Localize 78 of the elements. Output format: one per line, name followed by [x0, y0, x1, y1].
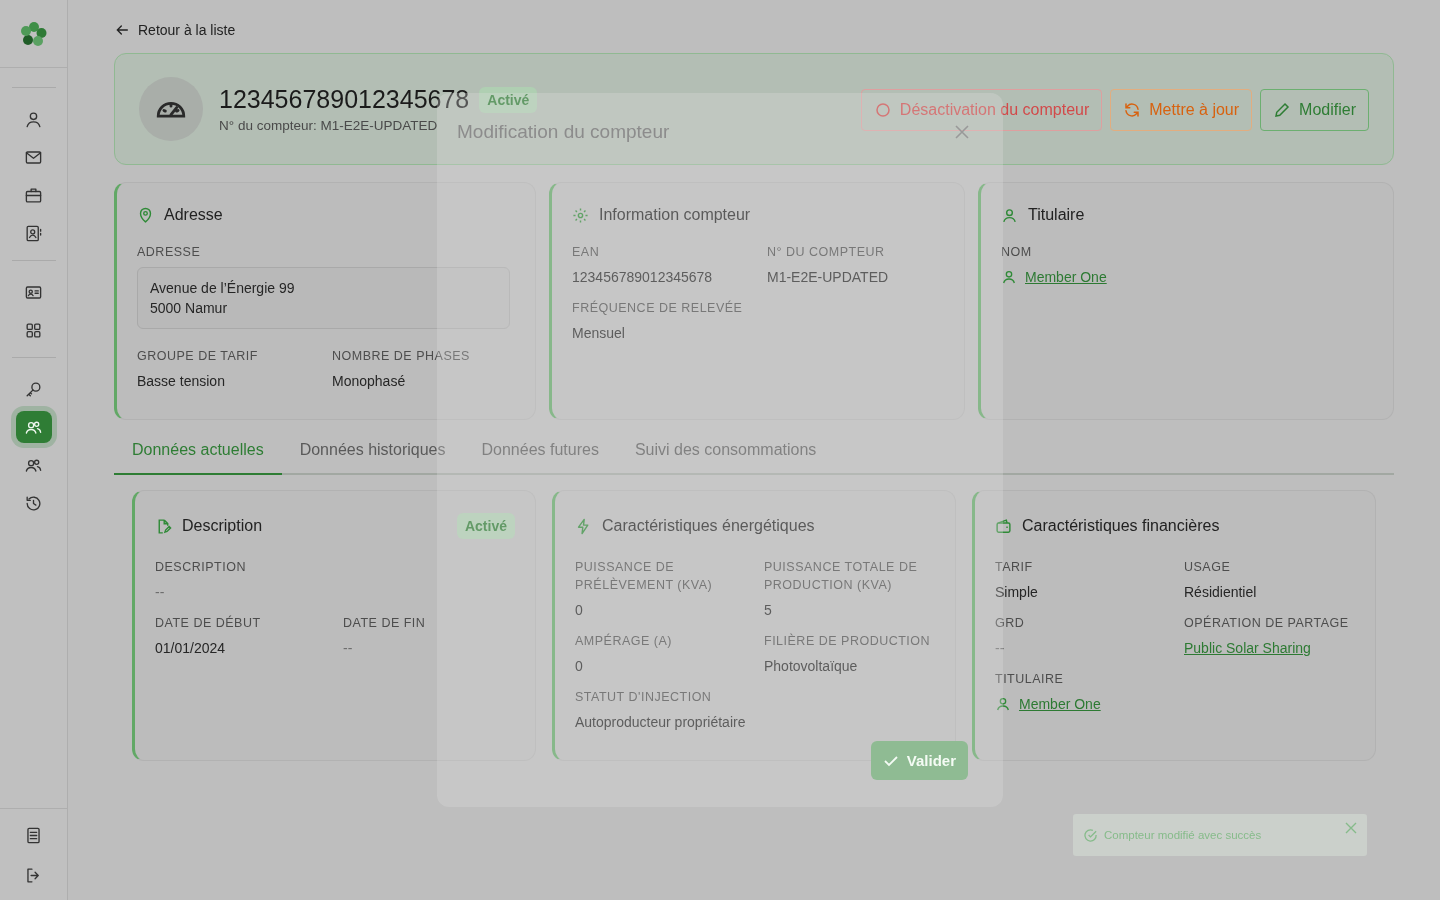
field-value: 01/01/2024: [155, 640, 227, 656]
card-title: Information compteur: [599, 206, 751, 224]
field-label: NOMBRE DE PHASES: [332, 348, 471, 365]
field-value: M1-E2E-UPDATED: [767, 269, 890, 285]
field-label: AMPÉRAGE (A): [575, 632, 673, 650]
field-label: ADRESSE: [137, 244, 202, 261]
field-label: TITULAIRE: [995, 671, 1065, 688]
field-value: 123456789012345678: [572, 269, 714, 285]
dialog-title: Modification du compteur: [457, 121, 670, 143]
deactivate-button[interactable]: Désactivation du compteur: [860, 89, 1103, 131]
field-label: NOM: [1001, 244, 1033, 261]
meter-title: 123456789012345678: [219, 85, 470, 114]
field-value: Mensuel: [572, 325, 626, 341]
grid-icon: [24, 320, 43, 340]
field-label: PUISSANCE DE PRÉLÈVEMENT (KVA): [575, 559, 714, 594]
sidebar-item[interactable]: [15, 411, 52, 443]
field-label: OPÉRATION DE PARTAGE: [1184, 614, 1350, 632]
edit-button[interactable]: Modifier: [1260, 89, 1369, 131]
address-box: Avenue de l’Énergie 99 5000 Namur: [137, 267, 510, 329]
card-title: Adresse: [164, 206, 223, 224]
field-label: FRÉQUENCE DE RELEVÉE: [572, 299, 744, 317]
person-icon: [1001, 206, 1018, 224]
field-value: Photovoltaïque: [764, 658, 859, 674]
field-label: STATUT D'INJECTION: [575, 689, 713, 706]
card-title: Caractéristiques énergétiques: [602, 517, 815, 535]
field-value: Basse tension: [137, 373, 226, 389]
refresh-icon: [1123, 101, 1142, 119]
tab[interactable]: Suivi des consommations: [616, 429, 835, 475]
field-value: 5: [764, 602, 773, 618]
map-pin-icon: [137, 206, 154, 224]
briefcase-icon: [24, 185, 43, 205]
sharing-link[interactable]: Public Solar Sharing: [1184, 640, 1355, 656]
member-link[interactable]: Member One: [1019, 696, 1101, 712]
field-label: GRD: [995, 615, 1026, 632]
field-value: Monophasé: [332, 373, 407, 389]
field-value: Autoproducteur propriétaire: [575, 714, 747, 730]
field-label: N° DU COMPTEUR: [767, 244, 886, 261]
field-label: DATE DE DÉBUT: [155, 614, 262, 632]
field-label: TARIF: [995, 559, 1034, 576]
field-value: 0: [575, 602, 584, 618]
document-icon: [24, 825, 43, 845]
pencil-icon: [1273, 101, 1292, 119]
history-icon: [24, 493, 43, 513]
card-title: Titulaire: [1028, 206, 1085, 224]
close-icon: [954, 124, 970, 140]
circle-icon: [873, 101, 892, 119]
user-icon: [24, 109, 43, 129]
field-label: PUISSANCE TOTALE DE PRODUCTION (KVA): [764, 559, 919, 594]
person-icon: [995, 696, 1011, 712]
toast-message: Compteur modifié avec succès: [1104, 829, 1263, 841]
tab[interactable]: Données futures: [463, 429, 617, 475]
arrow-left-icon: [114, 22, 130, 38]
field-label: DESCRIPTION: [155, 559, 247, 576]
field-value: Simple: [995, 584, 1039, 600]
card-title: Description: [182, 517, 263, 535]
field-value: --: [155, 584, 166, 600]
contact-book-icon: [24, 223, 43, 243]
field-value: Résidientiel: [1184, 584, 1258, 600]
field-value: 0: [575, 658, 584, 674]
field-label: EAN: [572, 244, 601, 261]
field-label: FILIÈRE DE PRODUCTION: [764, 632, 932, 650]
wallet-icon: [995, 517, 1012, 535]
field-value: --: [343, 640, 354, 656]
person-icon: [1001, 269, 1017, 285]
field-label: USAGE: [1184, 559, 1232, 576]
back-link[interactable]: Retour à la liste: [114, 20, 236, 40]
card-title: Caractéristiques financières: [1022, 517, 1220, 535]
tab[interactable]: Données historiques: [281, 429, 464, 475]
field-label: GROUPE DE TARIF: [137, 348, 259, 365]
field-value: --: [995, 640, 1006, 656]
submit-button[interactable]: Valider: [870, 741, 968, 780]
status-badge: Activé: [456, 513, 515, 539]
update-button[interactable]: Mettre à jour: [1110, 89, 1253, 131]
tab[interactable]: Données actuelles: [114, 429, 282, 475]
field-label: DATE DE FIN: [343, 615, 427, 632]
clover-logo-icon: [19, 19, 48, 48]
status-badge: Activé: [479, 86, 538, 113]
member-link[interactable]: Member One: [1025, 269, 1107, 285]
